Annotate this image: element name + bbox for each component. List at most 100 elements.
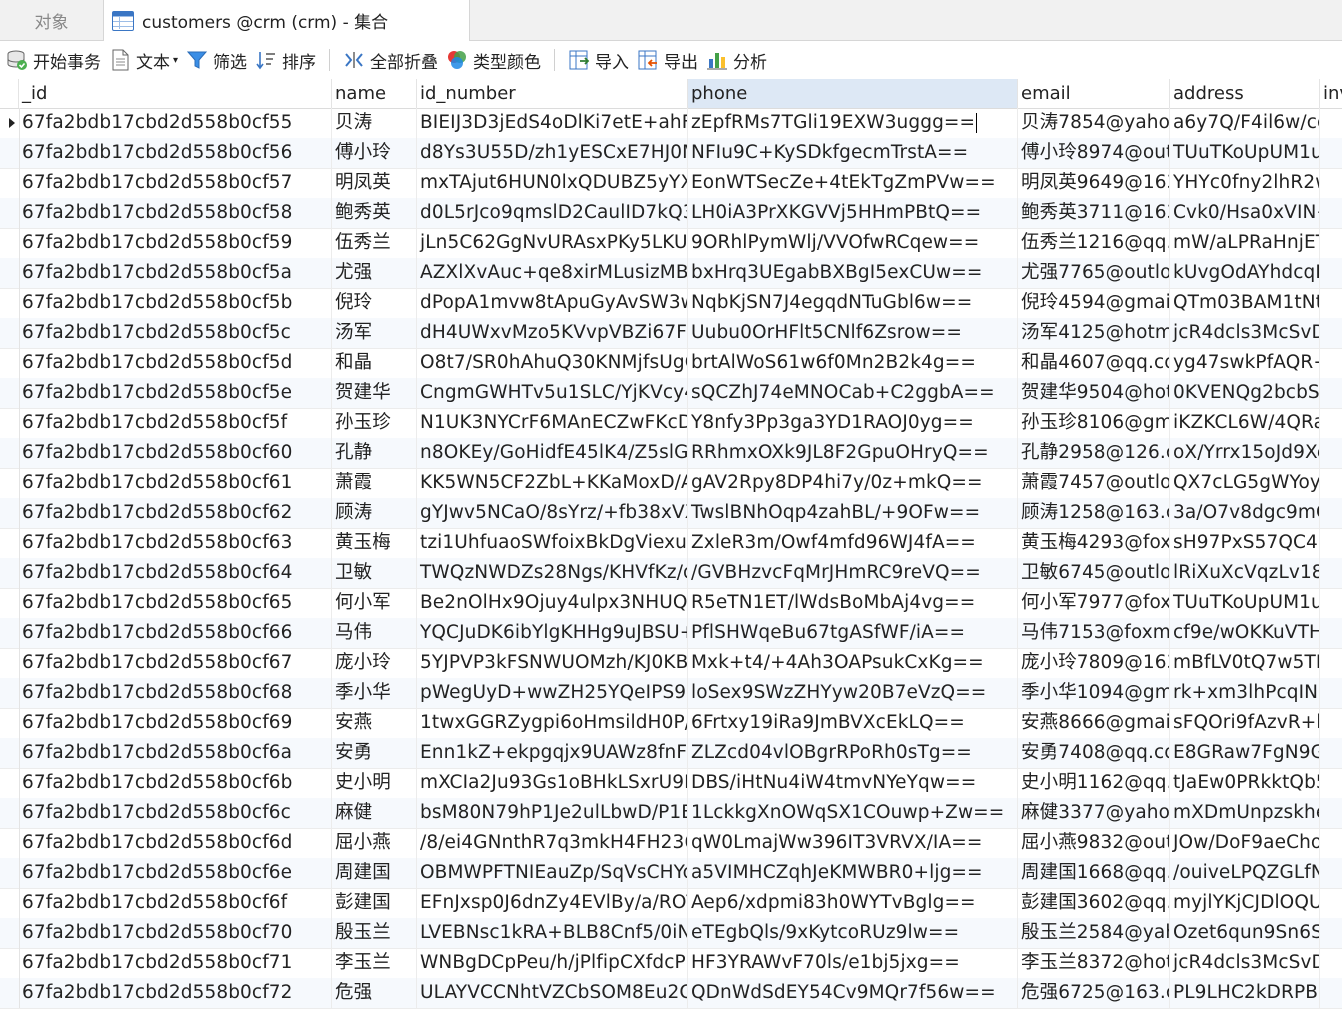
cell-address[interactable]: 0KVENQg2bcbSa — [1170, 378, 1320, 408]
cell-id-number[interactable]: tzi1UhfuaoSWfoixBkDgViexulfl( — [417, 528, 688, 558]
row-indicator[interactable] — [0, 828, 20, 858]
cell-id-number[interactable]: ULAYVCCNhtVZCbSOM8Eu2Q/ — [417, 978, 688, 1008]
import-button[interactable]: 导入 — [564, 41, 633, 79]
cell-phone[interactable]: DBS/iHtNu4iW4tmvNYeYqw== — [688, 768, 1018, 798]
cell-email[interactable]: 贺建华9504@hot — [1018, 378, 1170, 408]
cell-address[interactable]: 3a/O7v8dgc9mG — [1170, 498, 1320, 528]
cell-phone[interactable]: QDnWdSdEY54Cv9MQr7f56w== — [688, 978, 1018, 1008]
table-row[interactable]: 67fa2bdb17cbd2d558b0cf6d 屈小燕/8/ei4GNnthR7… — [0, 828, 1342, 859]
cell-address[interactable]: mBfLV0tQ7w5TB — [1170, 648, 1320, 678]
cell-address[interactable]: oX/Yrrx15oJd9Xe — [1170, 438, 1320, 468]
cell-inv[interactable] — [1320, 798, 1342, 828]
cell-id-number[interactable]: dH4UWxvMzo5KVvpVBZi67FS( — [417, 318, 688, 348]
cell-id[interactable]: 67fa2bdb17cbd2d558b0cf6f — [19, 888, 332, 918]
cell-id[interactable]: 67fa2bdb17cbd2d558b0cf69 — [19, 708, 332, 738]
cell-phone[interactable]: R5eTN1ET/lWdsBoMbAj4vg== — [688, 588, 1018, 618]
cell-name[interactable]: 汤军 — [332, 318, 417, 348]
column-header-name[interactable]: name — [332, 79, 417, 108]
cell-id[interactable]: 67fa2bdb17cbd2d558b0cf5f — [19, 408, 332, 438]
cell-phone[interactable]: LH0iA3PrXKGVVj5HHmPBtQ== — [688, 198, 1018, 228]
cell-name[interactable]: 傅小玲 — [332, 138, 417, 168]
row-indicator[interactable] — [0, 888, 20, 918]
cell-inv[interactable] — [1320, 948, 1342, 978]
table-row[interactable]: 67fa2bdb17cbd2d558b0cf6b 史小明 mXCIa2Ju93Gs1… — [0, 768, 1342, 799]
cell-email[interactable]: 安勇7408@qq.co — [1018, 738, 1170, 768]
cell-phone[interactable]: Aep6/xdpmi83h0WYTvBglg== — [688, 888, 1018, 918]
cell-email[interactable]: 和晶4607@qq.co — [1018, 348, 1170, 378]
cell-name[interactable]: 安勇 — [332, 738, 417, 768]
cell-email[interactable]: 史小明1162@qq.c — [1018, 768, 1170, 798]
cell-id[interactable]: 67fa2bdb17cbd2d558b0cf59 — [19, 228, 332, 258]
cell-id-number[interactable]: gYJwv5NCaO/8sYrz/+fb38xVX( — [417, 498, 688, 528]
cell-inv[interactable] — [1320, 708, 1342, 738]
cell-id[interactable]: 67fa2bdb17cbd2d558b0cf5c — [19, 318, 332, 348]
cell-email[interactable]: 彭建国3602@qq.c — [1018, 888, 1170, 918]
cell-phone[interactable]: Uubu0OrHFlt5CNlf6Zsrow== — [688, 318, 1018, 348]
collapse-all-button[interactable]: 全部折叠 — [339, 41, 442, 79]
table-row[interactable]: 67fa2bdb17cbd2d558b0cf71 李玉兰 WNBgDCpPeu/h/… — [0, 948, 1342, 979]
cell-email[interactable]: 麻健3377@yahoo — [1018, 798, 1170, 828]
column-header-id-number[interactable]: id_number — [417, 79, 688, 108]
cell-email[interactable]: 傅小玲8974@out — [1018, 138, 1170, 168]
cell-id-number[interactable]: dPopA1mvw8tApuGyAvSW3w\ — [417, 288, 688, 318]
cell-address[interactable]: Cvk0/Hsa0xVIN+ — [1170, 198, 1320, 228]
cell-id[interactable]: 67fa2bdb17cbd2d558b0cf57 — [19, 168, 332, 198]
type-color-button[interactable]: 类型颜色 — [442, 41, 545, 79]
cell-inv[interactable] — [1320, 618, 1342, 648]
row-indicator[interactable] — [0, 168, 20, 198]
row-indicator[interactable] — [0, 288, 20, 318]
cell-id-number[interactable]: d8Ys3U55D/zh1yESCxE7HJ0MI — [417, 138, 688, 168]
cell-phone[interactable]: 9ORhlPymWlj/VVOfwRCqew== — [688, 228, 1018, 258]
cell-address[interactable]: PL9LHC2kDRPBn — [1170, 978, 1320, 1008]
cell-id[interactable]: 67fa2bdb17cbd2d558b0cf58 — [19, 198, 332, 228]
row-indicator[interactable] — [0, 798, 20, 828]
cell-id-number[interactable]: OBMWPFTNIEauZp/SqVsCHYo( — [417, 858, 688, 888]
cell-email[interactable]: 孙玉珍8106@gm — [1018, 408, 1170, 438]
cell-id-number[interactable]: bsM80N79hP1Je2ulLbwD/P1B: — [417, 798, 688, 828]
cell-address[interactable]: YHYc0fny2lhR2w — [1170, 168, 1320, 198]
cell-id[interactable]: 67fa2bdb17cbd2d558b0cf6a — [19, 738, 332, 768]
table-row[interactable]: 67fa2bdb17cbd2d558b0cf66 马伟 YQCJuDK6ibYlgK… — [0, 618, 1342, 649]
cell-phone[interactable]: /GVBHzvcFqMrJHmRC9reVQ== — [688, 558, 1018, 588]
cell-id[interactable]: 67fa2bdb17cbd2d558b0cf61 — [19, 468, 332, 498]
analyze-button[interactable]: 分析 — [702, 41, 771, 79]
cell-id[interactable]: 67fa2bdb17cbd2d558b0cf6e — [19, 858, 332, 888]
cell-address[interactable]: mW/aLPRaHnjET — [1170, 228, 1320, 258]
cell-inv[interactable] — [1320, 978, 1342, 1008]
cell-email[interactable]: 明凤英9649@163 — [1018, 168, 1170, 198]
cell-address[interactable]: Ozet6qun9Sn6S7 — [1170, 918, 1320, 948]
cell-name[interactable]: 危强 — [332, 978, 417, 1008]
cell-email[interactable]: 卫敏6745@outlo — [1018, 558, 1170, 588]
cell-phone[interactable]: NFIu9C+KySDkfgecmTrstA== — [688, 138, 1018, 168]
cell-inv[interactable] — [1320, 438, 1342, 468]
cell-name[interactable]: 伍秀兰 — [332, 228, 417, 258]
cell-name[interactable]: 彭建国 — [332, 888, 417, 918]
cell-id[interactable]: 67fa2bdb17cbd2d558b0cf70 — [19, 918, 332, 948]
cell-phone[interactable]: ZLZcd04vlOBgrRPoRh0sTg== — [688, 738, 1018, 768]
cell-phone[interactable]: qW0LmajWw396IT3VRVX/IA== — [688, 828, 1018, 858]
cell-name[interactable]: 孙玉珍 — [332, 408, 417, 438]
cell-id-number[interactable]: KK5WN5CF2ZbL+KKaMoxD/Au — [417, 468, 688, 498]
cell-id-number[interactable]: CngmGWHTv5u1SLC/YjKVcy4p — [417, 378, 688, 408]
cell-name[interactable]: 孔静 — [332, 438, 417, 468]
cell-id[interactable]: 67fa2bdb17cbd2d558b0cf5d — [19, 348, 332, 378]
cell-inv[interactable] — [1320, 588, 1342, 618]
cell-id-number[interactable]: 5YJPVP3kFSNWUOMzh/KJ0KBl — [417, 648, 688, 678]
table-row[interactable]: 67fa2bdb17cbd2d558b0cf6a 安勇 Enn1kZ+ekpgqjx… — [0, 738, 1342, 769]
row-indicator[interactable] — [0, 228, 20, 258]
column-header-email[interactable]: email — [1018, 79, 1170, 108]
cell-address[interactable]: a6y7Q/F4il6w/cc — [1170, 108, 1320, 138]
cell-id-number[interactable]: AZXlXvAuc+qe8xirMLusizMBH — [417, 258, 688, 288]
cell-inv[interactable] — [1320, 318, 1342, 348]
table-row[interactable]: 67fa2bdb17cbd2d558b0cf63 黄玉梅 tzi1UhfuaoSWf… — [0, 528, 1342, 559]
table-row[interactable]: 67fa2bdb17cbd2d558b0cf64 卫敏 TWQzNWDZs28Ngs… — [0, 558, 1342, 589]
table-row[interactable]: 67fa2bdb17cbd2d558b0cf59 伍秀兰 jLn5C62GgNvUR… — [0, 228, 1342, 259]
cell-email[interactable]: 季小华1094@gm — [1018, 678, 1170, 708]
cell-id-number[interactable]: O8t7/SR0hAhuQ30KNMjfsUgC — [417, 348, 688, 378]
cell-id-number[interactable]: N1UK3NYCrF6MAnECZwFKcD( — [417, 408, 688, 438]
cell-id-number[interactable]: EFnJxsp0J6dnZy4EVlBy/a/ROT( — [417, 888, 688, 918]
table-row[interactable]: 67fa2bdb17cbd2d558b0cf5a 尤强 AZXlXvAuc+qe8x… — [0, 258, 1342, 289]
table-row[interactable]: 67fa2bdb17cbd2d558b0cf5b 倪玲 dPopA1mvw8tApu… — [0, 288, 1342, 319]
cell-address[interactable]: TUuTKoUpUM1u/ — [1170, 138, 1320, 168]
cell-inv[interactable] — [1320, 348, 1342, 378]
